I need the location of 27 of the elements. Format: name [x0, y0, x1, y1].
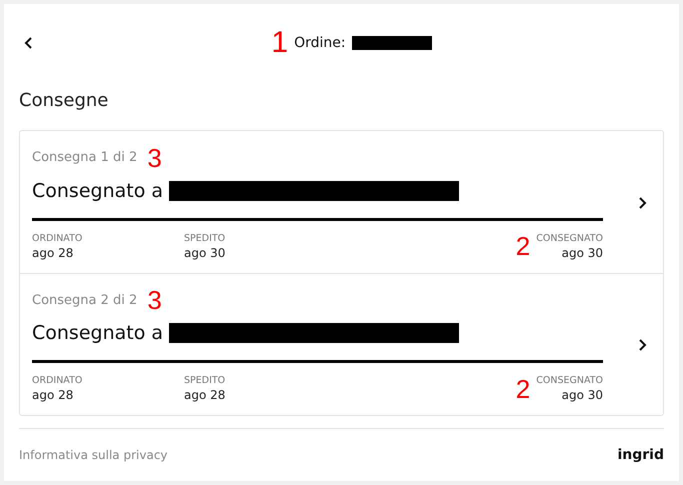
delivery-status: Consegnato a: [32, 322, 164, 344]
step-label: ORDINATO: [32, 375, 84, 386]
step-date: ago 28: [32, 246, 74, 260]
annotation-number: 2: [516, 376, 530, 402]
delivery-label: Consegna 1 di 2: [32, 150, 138, 166]
step-label: SPEDITO: [184, 232, 226, 244]
privacy-link[interactable]: Informativa sulla privacy: [19, 448, 168, 462]
brand-logo: ingrid: [617, 446, 664, 463]
step-label: CONSEGNATO: [536, 232, 603, 244]
delivery-label: Consegna 2 di 2: [32, 292, 138, 308]
step-date: ago 30: [184, 246, 226, 260]
annotation-number: 1: [271, 28, 288, 58]
step-date: ago 30: [560, 246, 603, 260]
step-label: SPEDITO: [184, 375, 226, 386]
delivery-status: Consegnato a: [32, 180, 164, 202]
chevron-right-icon: [637, 196, 647, 210]
order-title: Ordine:: [294, 35, 346, 51]
annotation-number: 3: [147, 144, 162, 171]
step-date: ago 28: [32, 388, 74, 402]
annotation-number: 3: [147, 287, 162, 314]
step-label: CONSEGNATO: [536, 375, 603, 386]
section-title: Consegne: [19, 90, 110, 111]
step-date: ago 28: [184, 388, 226, 402]
step-date: ago 30: [560, 388, 603, 402]
chevron-right-icon: [637, 338, 647, 352]
step-label: ORDINATO: [32, 232, 84, 244]
annotation-number: 2: [516, 233, 530, 260]
